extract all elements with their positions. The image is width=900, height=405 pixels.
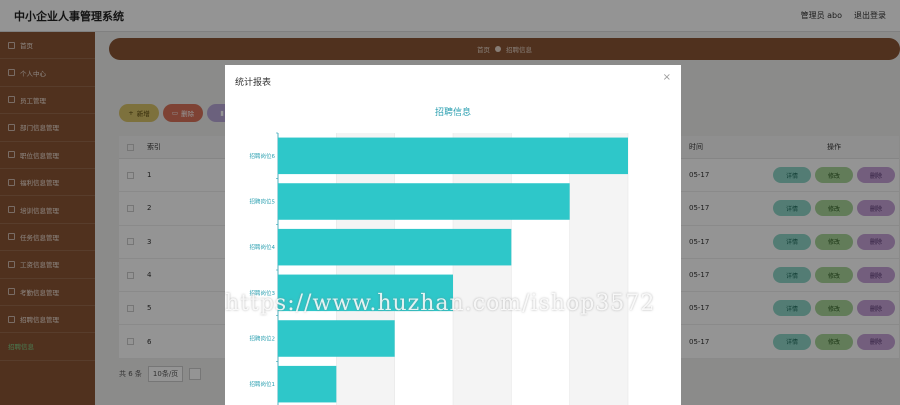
- close-icon[interactable]: ×: [663, 72, 671, 83]
- y-tick-label: 招聘岗位5: [250, 198, 276, 206]
- chart-title: 招聘信息: [435, 106, 471, 118]
- bar: [278, 137, 628, 175]
- bar-chart: 招聘信息0123456招聘岗位1招聘岗位2招聘岗位3招聘岗位4招聘岗位5招聘岗位…: [250, 106, 629, 405]
- y-tick-label: 招聘岗位6: [250, 152, 276, 160]
- watermark: https://www.huzhan.com/ishop3572: [225, 291, 656, 316]
- y-tick-label: 招聘岗位1: [250, 380, 276, 388]
- bar: [278, 320, 395, 357]
- bar: [278, 365, 337, 403]
- y-tick-label: 招聘岗位4: [250, 243, 276, 251]
- bar: [278, 183, 570, 220]
- y-tick-label: 招聘岗位2: [250, 335, 276, 343]
- stats-modal: 统计报表 × 招聘信息0123456招聘岗位1招聘岗位2招聘岗位3招聘岗位4招聘…: [225, 65, 681, 405]
- bar: [278, 228, 512, 266]
